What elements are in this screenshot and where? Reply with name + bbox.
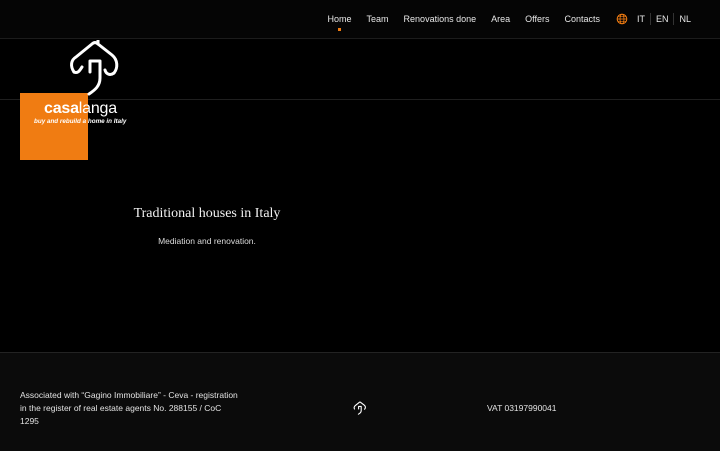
nav-item-home[interactable]: Home: [328, 14, 352, 31]
hero-subtitle: Mediation and renovation.: [158, 236, 256, 246]
house-icon: [70, 40, 119, 96]
logo-wordmark-light: langa: [78, 100, 117, 117]
logo-wordmark: casalanga: [44, 100, 117, 118]
casalanga-logo[interactable]: casalanga buy and rebuild a home in Ital…: [20, 40, 145, 161]
logo-tagline: buy and rebuild a home in Italy: [34, 118, 127, 125]
main-navigation: Home Team Renovations done Area Offers C…: [313, 0, 600, 38]
footer-association-text: Associated with “Gagino Immobiliare” - C…: [20, 390, 238, 426]
nav-item-contacts[interactable]: Contacts: [564, 14, 600, 24]
nav-item-area[interactable]: Area: [491, 14, 510, 24]
top-navigation-bar: Home Team Renovations done Area Offers C…: [0, 0, 720, 39]
language-nl[interactable]: NL: [673, 13, 691, 25]
language-it[interactable]: IT: [637, 13, 650, 25]
hero-title: Traditional houses in Italy: [133, 206, 281, 221]
language-switcher: IT EN NL: [616, 0, 691, 38]
footer-vat-number: VAT 03197990041: [487, 403, 557, 413]
house-icon[interactable]: [353, 401, 367, 415]
nav-item-renovations-done[interactable]: Renovations done: [404, 14, 477, 24]
logo-wordmark-bold: casa: [44, 100, 79, 117]
globe-icon: [616, 13, 628, 25]
page-footer: Associated with “Gagino Immobiliare” - C…: [0, 352, 720, 451]
language-en[interactable]: EN: [649, 13, 674, 25]
nav-item-offers[interactable]: Offers: [525, 14, 549, 24]
nav-item-team[interactable]: Team: [367, 14, 389, 24]
